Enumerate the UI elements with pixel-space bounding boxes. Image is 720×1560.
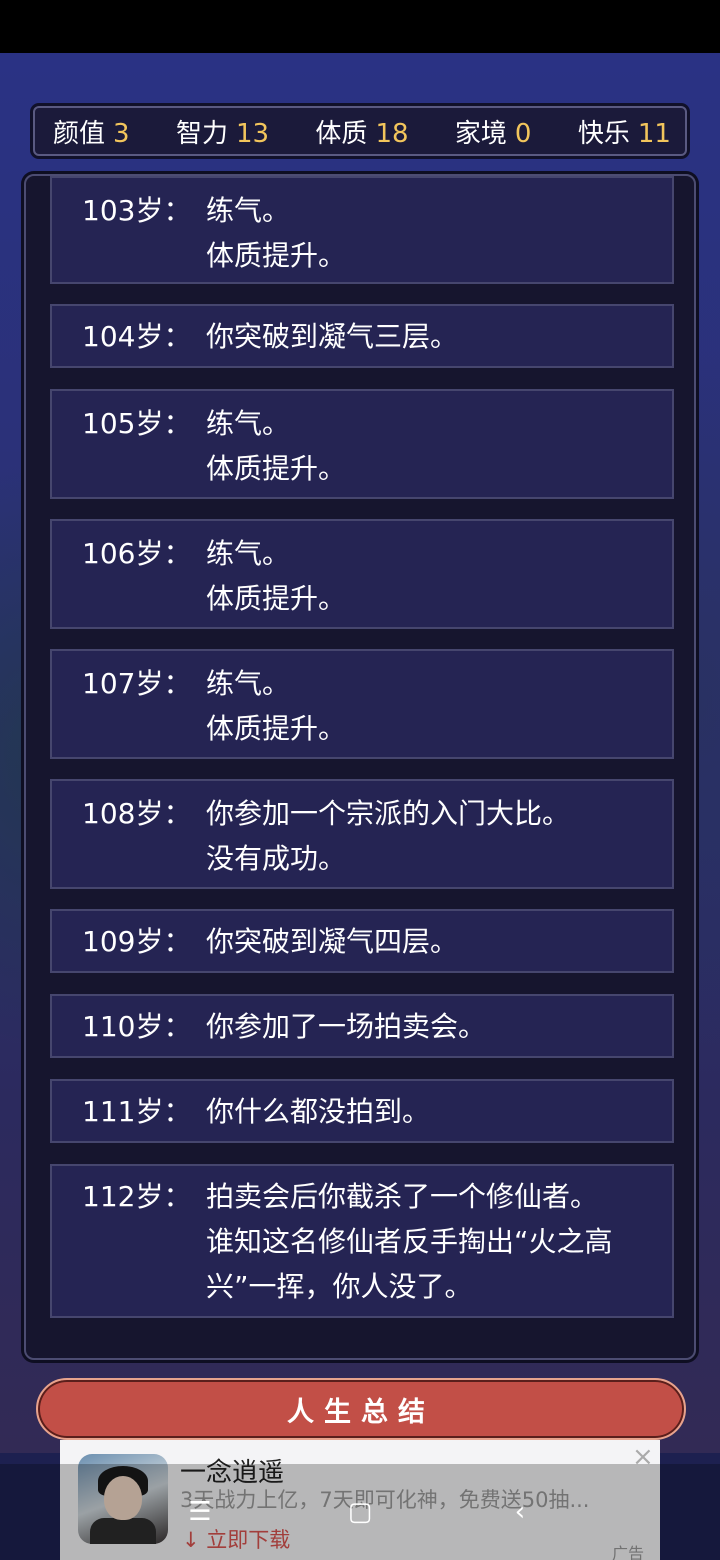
log-text: 练气。 体质提升。 — [206, 531, 666, 627]
log-line: 练气。 — [206, 537, 291, 570]
stat-label: 体质 — [315, 118, 368, 149]
log-age: 109岁： — [82, 925, 192, 958]
stat-value: 3 — [113, 118, 130, 149]
log-line: 练气。 — [206, 194, 291, 227]
stat-constitution: 体质 18 — [315, 113, 408, 150]
log-line: 体质提升。 — [206, 239, 347, 272]
life-log-panel[interactable]: 103岁： 练气。 体质提升。 104岁： 你突破到凝气三层。 105岁： 练气… — [24, 174, 696, 1360]
stat-label: 家境 — [454, 118, 507, 149]
log-age: 112岁： — [82, 1180, 192, 1213]
log-line: 体质提升。 — [206, 582, 347, 615]
log-text: 拍卖会后你截杀了一个修仙者。 谁知这名修仙者反手掏出“火之高 兴”一挥，你人没了… — [206, 1174, 666, 1316]
system-nav-bar: ☰ ▢ ‹ — [0, 1464, 720, 1560]
status-bar — [0, 0, 720, 53]
stat-value: 18 — [375, 118, 409, 149]
log-line: 练气。 — [206, 667, 291, 700]
stat-value: 11 — [637, 118, 671, 149]
log-line: 谁知这名修仙者反手掏出“火之高 — [206, 1225, 613, 1258]
stat-value: 0 — [514, 118, 532, 149]
stat-label: 颜值 — [53, 118, 106, 149]
stat-happiness: 快乐 11 — [578, 113, 671, 150]
log-age: 103岁： — [82, 194, 192, 227]
log-age: 106岁： — [82, 537, 192, 570]
log-age: 107岁： — [82, 667, 192, 700]
log-entry: 104岁： 你突破到凝气三层。 — [50, 304, 674, 368]
stat-intelligence: 智力 13 — [176, 113, 269, 150]
log-age: 110岁： — [82, 1010, 192, 1043]
log-text: 练气。 体质提升。 — [206, 401, 666, 497]
log-entry: 112岁： 拍卖会后你截杀了一个修仙者。 谁知这名修仙者反手掏出“火之高 兴”一… — [50, 1164, 674, 1318]
attribute-stats-bar: 颜值 3 智力 13 体质 18 家境 0 快乐 11 — [33, 106, 687, 156]
log-entry: 108岁： 你参加一个宗派的入门大比。 没有成功。 — [50, 779, 674, 889]
log-line: 体质提升。 — [206, 452, 347, 485]
menu-icon[interactable]: ☰ — [180, 1497, 220, 1527]
log-line: 练气。 — [206, 407, 291, 440]
log-text: 练气。 体质提升。 — [206, 661, 666, 757]
log-line: 你参加了一场拍卖会。 — [206, 1010, 487, 1043]
log-line: 你突破到凝气四层。 — [206, 925, 459, 958]
log-text: 你参加一个宗派的入门大比。 没有成功。 — [206, 791, 666, 887]
stat-value: 13 — [235, 118, 270, 149]
stat-family: 家境 0 — [455, 113, 532, 150]
log-entry: 110岁： 你参加了一场拍卖会。 — [50, 994, 674, 1058]
log-entry: 109岁： 你突破到凝气四层。 — [50, 909, 674, 973]
log-line: 你突破到凝气三层。 — [206, 320, 459, 353]
life-summary-button[interactable]: 人生总结 — [36, 1378, 686, 1440]
log-entry: 105岁： 练气。 体质提升。 — [50, 389, 674, 499]
log-entry: 111岁： 你什么都没拍到。 — [50, 1079, 674, 1143]
log-line: 你什么都没拍到。 — [206, 1095, 431, 1128]
stat-label: 快乐 — [577, 118, 630, 149]
log-line: 兴”一挥，你人没了。 — [206, 1270, 473, 1303]
log-entry: 103岁： 练气。 体质提升。 — [50, 176, 674, 284]
log-text: 你参加了一场拍卖会。 — [206, 1004, 666, 1056]
log-text: 练气。 体质提升。 — [206, 188, 666, 282]
log-text: 你什么都没拍到。 — [206, 1089, 666, 1141]
log-age: 111岁： — [82, 1095, 192, 1128]
log-line: 体质提升。 — [206, 712, 347, 745]
log-text: 你突破到凝气四层。 — [206, 919, 666, 971]
stat-appearance: 颜值 3 — [53, 113, 130, 150]
log-age: 104岁： — [82, 320, 192, 353]
log-text: 你突破到凝气三层。 — [206, 314, 666, 366]
log-entry: 107岁： 练气。 体质提升。 — [50, 649, 674, 759]
log-line: 拍卖会后你截杀了一个修仙者。 — [206, 1180, 599, 1213]
log-age: 105岁： — [82, 407, 192, 440]
log-line: 没有成功。 — [206, 842, 347, 875]
log-entry: 106岁： 练气。 体质提升。 — [50, 519, 674, 629]
log-age: 108岁： — [82, 797, 192, 830]
back-icon[interactable]: ‹ — [500, 1497, 540, 1527]
home-icon[interactable]: ▢ — [340, 1497, 380, 1527]
log-line: 你参加一个宗派的入门大比。 — [206, 797, 571, 830]
stat-label: 智力 — [175, 118, 228, 149]
